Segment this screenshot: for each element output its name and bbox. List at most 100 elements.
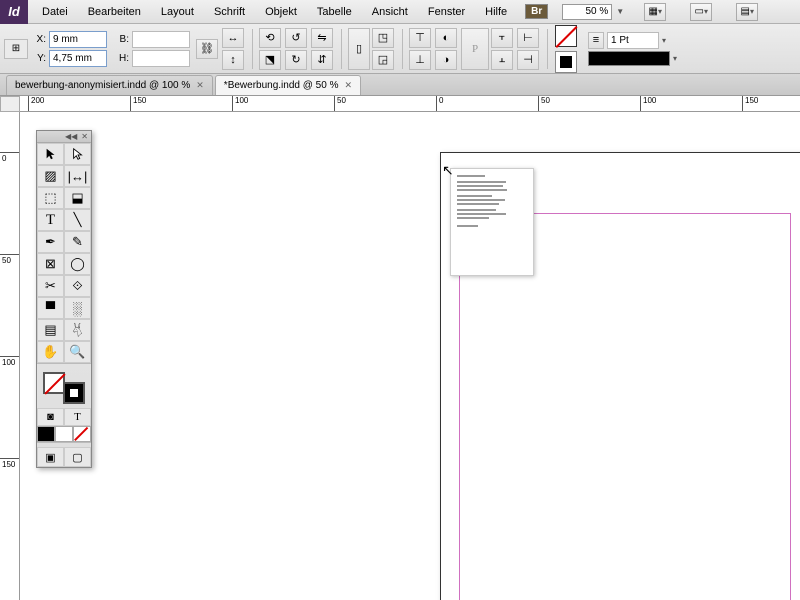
shear-icon[interactable]: ⬔ <box>259 50 281 70</box>
stroke-weight-dropdown-icon[interactable]: ▾ <box>662 36 666 45</box>
stroke-black-icon[interactable] <box>554 50 578 74</box>
y-label: Y: <box>32 53 46 64</box>
page-tool[interactable]: ▨ <box>37 165 64 187</box>
eyedropper-tool[interactable]: 𓄃 <box>64 319 91 341</box>
flip-v-icon[interactable]: ⇵ <box>311 50 333 70</box>
rectangle-frame-tool[interactable]: ⊠ <box>37 253 64 275</box>
align-right-icon[interactable]: ⊣ <box>517 50 539 70</box>
document-tabs: bewerbung-anonymisiert.indd @ 100 % ✕ *Be… <box>0 74 800 96</box>
zoom-dropdown-icon[interactable]: ▼ <box>616 7 624 16</box>
menu-layout[interactable]: Layout <box>151 0 204 24</box>
pencil-tool[interactable]: ✎ <box>64 231 91 253</box>
y-position-input[interactable] <box>49 50 107 67</box>
apply-none-icon[interactable] <box>73 426 91 442</box>
view-options-button[interactable]: ▦▾ <box>644 3 666 21</box>
stroke-color-icon[interactable] <box>63 382 85 404</box>
gap-tool[interactable]: |↔| <box>64 165 91 187</box>
align-top-icon[interactable]: ⊤ <box>409 28 431 48</box>
apply-gradient-icon[interactable] <box>55 426 73 442</box>
placed-content-preview[interactable] <box>450 168 534 276</box>
zoom-level-input[interactable] <box>562 4 612 20</box>
ellipse-tool[interactable]: ◯ <box>64 253 91 275</box>
workspace: 0 50 100 150 ↖ <box>0 112 800 600</box>
corner-radius-icon[interactable]: ◲ <box>372 50 394 70</box>
text-wrap2-icon[interactable]: ◑ <box>435 50 457 70</box>
content-placer-tool[interactable]: ⬓ <box>64 187 91 209</box>
width-input[interactable] <box>132 31 190 48</box>
collapse-icon[interactable]: ◀◀ <box>65 132 77 141</box>
close-icon[interactable]: ✕ <box>196 80 204 91</box>
menu-objekt[interactable]: Objekt <box>255 0 307 24</box>
stroke-weight-input[interactable] <box>607 32 659 49</box>
tools-panel[interactable]: ◀◀✕ ▨ |↔| ⬚ ⬓ T ╲ ✒ ✎ ⊠ ◯ ✂ ⟐ ▀ ░ ▤ 𓄃 ✋ … <box>36 130 92 468</box>
menu-fenster[interactable]: Fenster <box>418 0 475 24</box>
free-transform-tool[interactable]: ⟐ <box>64 275 91 297</box>
panel-header[interactable]: ◀◀ ✕ <box>37 131 91 143</box>
selection-tool[interactable] <box>37 143 64 165</box>
distribute-h-icon[interactable]: ⫟ <box>491 28 513 48</box>
text-wrap-icon[interactable]: ◐ <box>435 28 457 48</box>
distribute-v-icon[interactable]: ⫠ <box>491 50 513 70</box>
tab-label: bewerbung-anonymisiert.indd @ 100 % <box>15 80 190 91</box>
align-bottom-icon[interactable]: ⊥ <box>409 50 431 70</box>
scale-x-icon[interactable]: ↔ <box>222 28 244 48</box>
select-container-icon[interactable]: ▯ <box>348 28 370 70</box>
corner-options-icon[interactable]: ◳ <box>372 28 394 48</box>
gradient-swatch-tool[interactable]: ▀ <box>37 297 64 319</box>
align-left-icon[interactable]: ⊢ <box>517 28 539 48</box>
apply-color-icon[interactable] <box>37 426 55 442</box>
constrain-proportions-icon[interactable]: ⛓ <box>196 39 218 59</box>
x-label: X: <box>32 34 46 45</box>
formatting-container-icon[interactable]: ◙ <box>37 408 64 426</box>
place-cursor-icon: ↖ <box>442 162 454 179</box>
menu-bearbeiten[interactable]: Bearbeiten <box>78 0 151 24</box>
paragraph-style-icon[interactable]: P <box>461 28 489 70</box>
direct-selection-tool[interactable] <box>64 143 91 165</box>
note-tool[interactable]: ▤ <box>37 319 64 341</box>
close-icon[interactable]: ✕ <box>344 80 352 91</box>
content-collector-tool[interactable]: ⬚ <box>37 187 64 209</box>
zoom-tool[interactable]: 🔍 <box>64 341 91 363</box>
height-input[interactable] <box>132 50 190 67</box>
stroke-weight-icon: ≡ <box>588 32 604 49</box>
control-bar: ⊞ X: Y: B: H: ⛓ ↔↕ ⟲⬔ ↺↻ ⇋⇵ ▯ ◳◲ ⊤⊥ ◐◑ P… <box>0 24 800 74</box>
fill-color-icon[interactable] <box>43 372 65 394</box>
flip-h-icon[interactable]: ⇋ <box>311 28 333 48</box>
menu-schrift[interactable]: Schrift <box>204 0 255 24</box>
scissors-tool[interactable]: ✂ <box>37 275 64 297</box>
h-label: H: <box>115 53 129 64</box>
ruler-origin[interactable] <box>0 96 20 112</box>
pen-tool[interactable]: ✒ <box>37 231 64 253</box>
close-icon[interactable]: ✕ <box>81 132 88 141</box>
reference-point-icon[interactable]: ⊞ <box>4 39 28 59</box>
line-tool[interactable]: ╲ <box>64 209 91 231</box>
formatting-text-icon[interactable]: T <box>64 408 91 426</box>
scale-y-icon[interactable]: ↕ <box>222 50 244 70</box>
gradient-feather-tool[interactable]: ░ <box>64 297 91 319</box>
document-canvas[interactable]: ↖ <box>20 112 800 600</box>
rotate-ccw-icon[interactable]: ↺ <box>285 28 307 48</box>
menu-ansicht[interactable]: Ansicht <box>362 0 418 24</box>
rotate-cw-icon[interactable]: ↻ <box>285 50 307 70</box>
menu-datei[interactable]: Datei <box>32 0 78 24</box>
menubar: Id Datei Bearbeiten Layout Schrift Objek… <box>0 0 800 24</box>
vertical-ruler[interactable]: 0 50 100 150 <box>0 112 20 600</box>
stroke-style-dropdown[interactable] <box>588 51 670 66</box>
type-tool[interactable]: T <box>37 209 64 231</box>
bridge-badge[interactable]: Br <box>525 4 548 19</box>
menu-tabelle[interactable]: Tabelle <box>307 0 362 24</box>
app-icon: Id <box>0 0 28 24</box>
x-position-input[interactable] <box>49 31 107 48</box>
screen-mode-button[interactable]: ▭▾ <box>690 3 712 21</box>
fill-stroke-swatch[interactable] <box>37 368 91 408</box>
document-tab-2[interactable]: *Bewerbung.indd @ 50 %✕ <box>215 75 361 95</box>
preview-view-icon[interactable]: ▢ <box>64 447 91 467</box>
fill-none-icon[interactable] <box>554 24 578 48</box>
arrange-documents-button[interactable]: ▤▾ <box>736 3 758 21</box>
normal-view-icon[interactable]: ▣ <box>37 447 64 467</box>
rotate-icon[interactable]: ⟲ <box>259 28 281 48</box>
hand-tool[interactable]: ✋ <box>37 341 64 363</box>
menu-hilfe[interactable]: Hilfe <box>475 0 517 24</box>
document-tab-1[interactable]: bewerbung-anonymisiert.indd @ 100 % ✕ <box>6 75 213 95</box>
horizontal-ruler[interactable]: 200 150 100 50 0 50 100 150 <box>20 96 800 112</box>
